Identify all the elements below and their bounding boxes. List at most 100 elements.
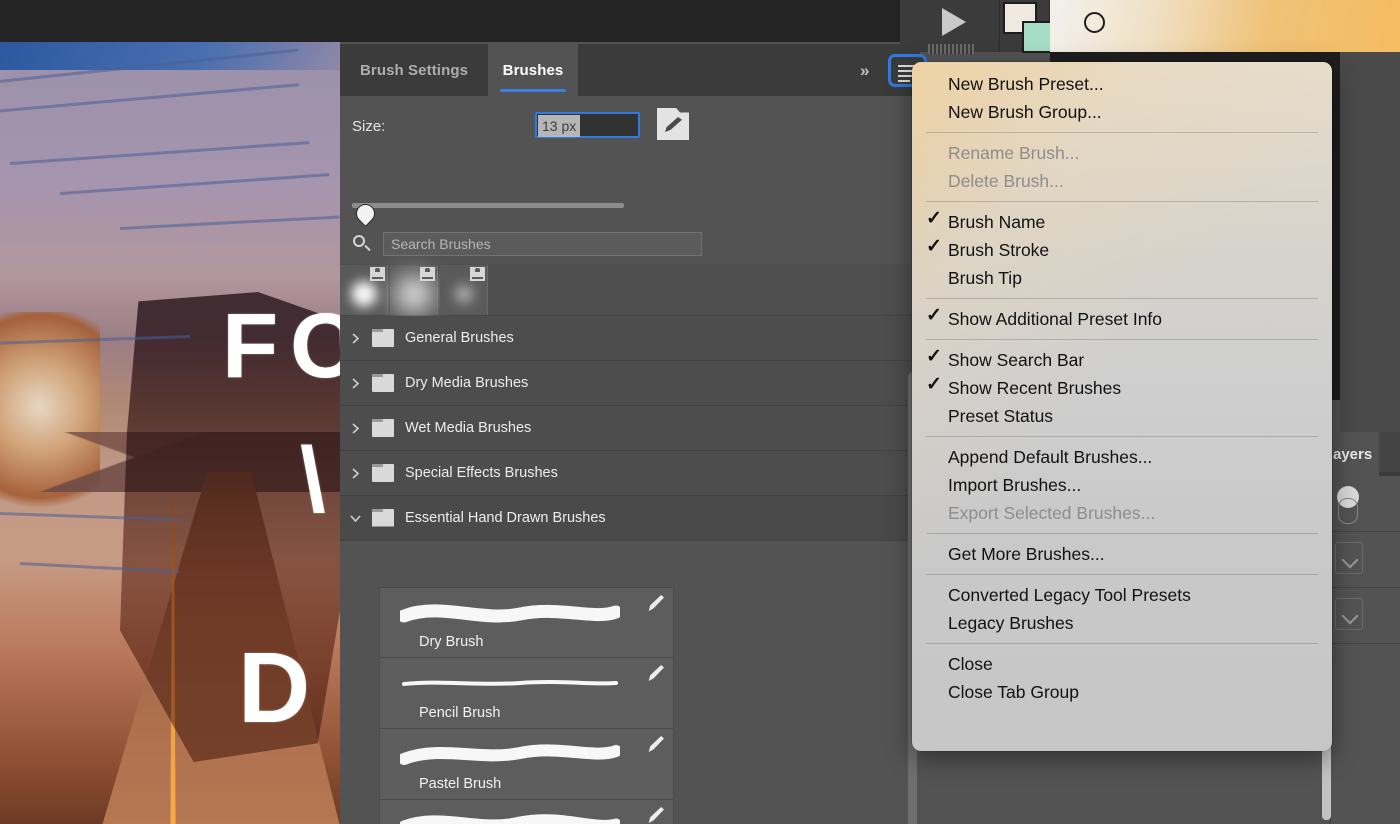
tabbar-filler — [578, 44, 920, 96]
menu-item-label: Import Brushes... — [948, 474, 1082, 495]
chevron-right-icon[interactable] — [340, 467, 370, 480]
recent-brush-thumbnail[interactable] — [440, 265, 488, 315]
tab-layers[interactable]: ayers — [1331, 432, 1379, 476]
menu-item[interactable]: ✓ Brush Stroke — [912, 236, 1332, 264]
brush-folder-row[interactable]: Special Effects Brushes — [340, 451, 920, 496]
folder-icon — [370, 373, 396, 393]
menu-item[interactable]: Preset Status — [912, 402, 1332, 430]
brush-stamp-icon — [370, 267, 385, 281]
size-row: Size: 13 px — [352, 108, 912, 146]
menu-item[interactable]: Close Tab Group — [912, 678, 1332, 706]
menu-item[interactable]: Get More Brushes... — [912, 540, 1332, 568]
layer-row[interactable] — [1331, 476, 1400, 532]
brush-preset-label: Pastel Brush — [419, 776, 502, 792]
check-icon: ✓ — [926, 208, 942, 229]
brush-folder-row[interactable]: Essential Hand Drawn Brushes — [340, 496, 920, 541]
artwork-letter: \ — [300, 429, 326, 531]
brush-folder-label: General Brushes — [405, 330, 514, 346]
tab-channels[interactable] — [1379, 432, 1400, 472]
brush-preset-item[interactable]: Pastel Brush — [379, 729, 674, 800]
chevron-down-icon[interactable] — [340, 512, 370, 525]
size-input-value: 13 px — [538, 115, 581, 137]
size-slider-track[interactable] — [352, 203, 624, 208]
brush-folder-row[interactable]: General Brushes — [340, 316, 920, 361]
menu-item-label: Brush Stroke — [948, 239, 1050, 260]
menu-item-label: Close — [948, 653, 993, 674]
brush-tip-preview — [347, 277, 381, 311]
brush-preset-item[interactable]: Sketch Brush — [379, 800, 674, 824]
menu-item[interactable]: ✓ Show Additional Preset Info — [912, 305, 1332, 333]
recent-brush-thumbnail[interactable] — [390, 265, 438, 317]
recent-brush-thumbnail[interactable] — [340, 265, 388, 315]
menu-item[interactable]: ✓ Show Search Bar — [912, 346, 1332, 374]
circle-icon[interactable] — [1084, 12, 1105, 33]
check-icon: ✓ — [926, 305, 942, 326]
artwork-streak — [59, 173, 330, 195]
layer-row[interactable] — [1331, 588, 1400, 644]
menu-item[interactable]: New Brush Group... — [912, 98, 1332, 126]
menu-separator — [926, 298, 1318, 299]
brush-folder-label: Wet Media Brushes — [405, 420, 532, 436]
right-gutter — [1340, 52, 1400, 432]
menu-item-label: Show Additional Preset Info — [948, 308, 1163, 329]
brush-folder-label: Special Effects Brushes — [405, 465, 558, 481]
menu-item[interactable]: ✓ Show Recent Brushes — [912, 374, 1332, 402]
document-canvas-artwork[interactable]: F O \ D — [0, 42, 340, 824]
menu-item[interactable]: ✓ Brush Name — [912, 208, 1332, 236]
brush-preset-item[interactable]: Pencil Brush — [379, 658, 674, 729]
play-icon[interactable] — [942, 8, 966, 36]
check-icon: ✓ — [926, 346, 942, 367]
drag-grip-handle[interactable] — [928, 44, 974, 54]
brush-stroke-preview — [400, 814, 620, 824]
brush-folder-row[interactable]: Dry Media Brushes — [340, 361, 920, 406]
chevron-double-right-icon[interactable]: » — [860, 61, 870, 81]
brush-stroke-preview — [400, 604, 620, 623]
brushes-panel-tabbar: Brush Settings Brushes — [340, 44, 920, 96]
tab-brushes[interactable]: Brushes — [488, 44, 578, 96]
chevron-down-icon[interactable] — [1335, 598, 1363, 630]
panel-context-menu[interactable]: New Brush Preset... New Brush Group... Ren… — [912, 62, 1332, 751]
size-input[interactable]: 13 px — [535, 112, 640, 138]
folder-icon — [370, 508, 396, 528]
menu-item[interactable]: Import Brushes... — [912, 471, 1332, 499]
menu-item[interactable]: Append Default Brushes... — [912, 443, 1332, 471]
menu-item[interactable]: Converted Legacy Tool Presets — [912, 581, 1332, 609]
chevron-right-icon[interactable] — [340, 422, 370, 435]
menu-item-label: Append Default Brushes... — [948, 446, 1153, 467]
artwork-letter: F — [222, 295, 279, 397]
brush-tip-icon — [648, 595, 664, 611]
menu-separator — [926, 436, 1318, 437]
menu-item-label: Get More Brushes... — [948, 543, 1105, 564]
menu-item-label: Rename Brush... — [948, 142, 1080, 163]
menu-item: Rename Brush... — [912, 139, 1332, 167]
layer-row[interactable] — [1331, 532, 1400, 588]
tab-brush-settings[interactable]: Brush Settings — [340, 44, 488, 96]
brushes-panel: Brush Settings Brushes Size: 13 px Gener — [340, 44, 920, 824]
chevron-right-icon[interactable] — [340, 332, 370, 345]
menu-separator — [926, 339, 1318, 340]
brush-folder-row[interactable]: Wet Media Brushes — [340, 406, 920, 451]
search-input[interactable] — [383, 232, 702, 256]
document-title-bar — [0, 0, 900, 42]
artwork-letter: O — [290, 295, 340, 397]
layer-mask-thumbnail — [1338, 498, 1358, 524]
brush-preset-picker-icon[interactable] — [657, 108, 689, 140]
chevron-right-icon[interactable] — [340, 377, 370, 390]
menu-item-label: Converted Legacy Tool Presets — [948, 584, 1191, 605]
menu-item-label: Show Recent Brushes — [948, 377, 1122, 398]
menu-item[interactable]: Close — [912, 650, 1332, 678]
brush-preset-item[interactable]: Dry Brush — [379, 587, 674, 658]
folder-icon — [370, 418, 396, 438]
chevron-down-icon[interactable] — [1335, 542, 1363, 574]
brush-stroke-preview — [402, 680, 618, 686]
brush-folder-label: Essential Hand Drawn Brushes — [405, 510, 606, 526]
menu-item-label: Show Search Bar — [948, 349, 1085, 370]
app-window: F O \ D ayers Brush Settings Brushes Siz… — [0, 0, 1400, 824]
artwork-sky — [0, 42, 340, 70]
menu-item[interactable]: Legacy Brushes — [912, 609, 1332, 637]
menu-item[interactable]: Brush Tip — [912, 264, 1332, 292]
brush-preset-list: Dry Brush Pencil Brush Pastel Brush Sketch … — [340, 587, 920, 824]
menu-item: Export Selected Brushes... — [912, 499, 1332, 527]
menu-item[interactable]: New Brush Preset... — [912, 70, 1332, 98]
menu-separator — [926, 132, 1318, 133]
